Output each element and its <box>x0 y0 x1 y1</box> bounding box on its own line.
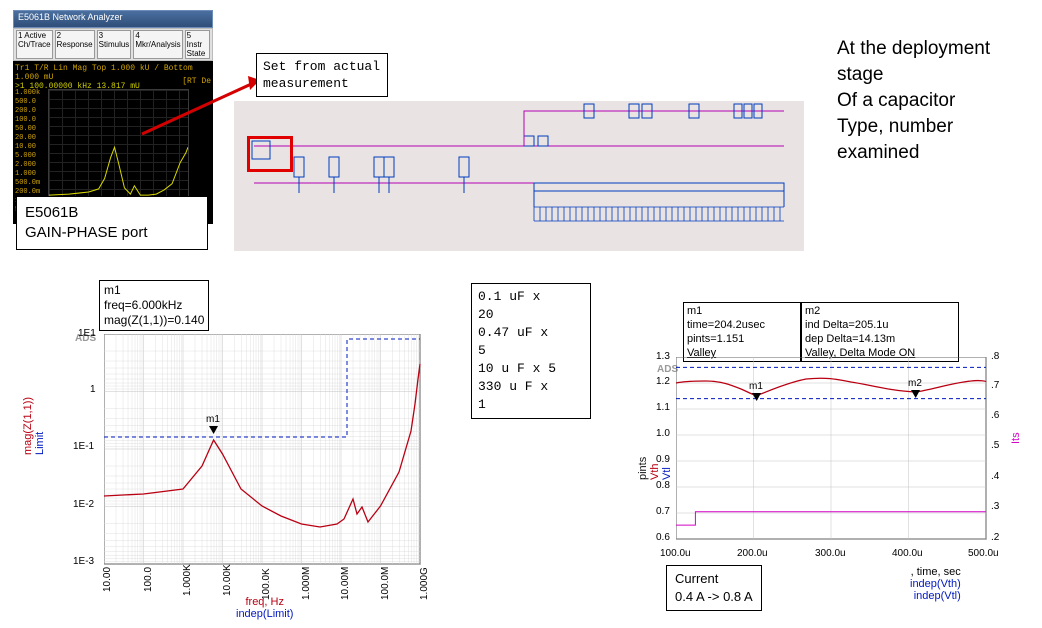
plotR-xlabel: , time, sec indep(Vth) indep(Vtl) <box>910 566 961 602</box>
recipe-l1: 0.1 uF x <box>478 288 584 306</box>
plotL-xtick-5: 1.000M <box>301 567 312 600</box>
plotR-yl-4: 1.0 <box>656 428 670 439</box>
plotL-marker-icon: m1 <box>206 414 220 434</box>
plotL-ytick-2: 1E-1 <box>73 441 94 452</box>
plotL-xtick-8: 1.000G <box>419 567 430 600</box>
recipe-l2: 20 <box>478 306 584 324</box>
plotR-m2-l3: dep Delta=14.13m <box>805 332 955 346</box>
annotation-l1: At the deployment <box>837 36 990 62</box>
plotR-yl-0: 0.6 <box>656 532 670 543</box>
plotR-yl-2: 0.8 <box>656 480 670 491</box>
menu-stimulus: 3 Stimulus <box>97 30 132 59</box>
plotR-yr-3: .5 <box>991 440 999 451</box>
plotL-ytick-3: 1 <box>90 384 96 395</box>
plotR-yr-6: .8 <box>991 351 999 362</box>
plotL-xtick-2: 1.000K <box>182 564 193 596</box>
plotL-xlabel: freq, Hz indep(Limit) <box>236 596 293 620</box>
svg-text:m1: m1 <box>749 381 763 392</box>
plotL-ytick-0: 1E-3 <box>73 556 94 567</box>
annotation-right: At the deployment stage Of a capacitor T… <box>837 36 990 166</box>
plotR-yr-5: .7 <box>991 380 999 391</box>
analyzer-window: E5061B Network Analyzer 1 Active Ch/Trac… <box>13 10 213 224</box>
e5061b-l2: GAIN-PHASE port <box>25 223 199 243</box>
plotL-xtick-1: 100.0 <box>143 567 154 592</box>
e5061b-l1: E5061B <box>25 203 199 223</box>
plotR-yl-1: 0.7 <box>656 506 670 517</box>
plotL-xtick-0: 10.00 <box>102 567 113 592</box>
recipe-l4: 5 <box>478 342 584 360</box>
ads-label-right: ADS <box>657 364 678 375</box>
current-l1: Current <box>675 570 753 588</box>
menu-instr: 5 Instr State <box>185 30 210 59</box>
plotR-m1-l2: time=204.2usec <box>687 318 797 332</box>
plotR-marker1-box: m1 time=204.2usec pints=1.151 Valley <box>683 302 801 362</box>
plotR-m1-l3: pints=1.151 <box>687 332 797 346</box>
plotR-xt-4: 500.0u <box>968 548 999 559</box>
plotR-xt-0: 100.0u <box>660 548 691 559</box>
plotR-m2-icon: m2 <box>908 378 922 398</box>
plotR-yl-6: 1.2 <box>656 376 670 387</box>
plotL-xtick-7: 100.0M <box>380 567 391 600</box>
e5061b-box: E5061B GAIN-PHASE port <box>16 196 208 250</box>
plotR-yl-7: 1.3 <box>656 351 670 362</box>
plotR-yr-4: .6 <box>991 410 999 421</box>
schematic-panel <box>234 101 804 251</box>
plotL-marker-name: m1 <box>104 283 204 298</box>
menu-response: 2 Response <box>55 30 95 59</box>
recipe-l5: 10 u F x 5 <box>478 360 584 378</box>
plotR-xt-2: 300.0u <box>815 548 846 559</box>
recipe-l7: 1 <box>478 396 584 414</box>
annotation-l3: Of a capacitor <box>837 88 990 114</box>
plotR-m2-name: m2 <box>805 304 955 318</box>
plotR-marker2-box: m2 ind Delta=205.1u dep Delta=14.13m Val… <box>801 302 959 362</box>
plotL-marker-l3: mag(Z(1,1))=0.140 <box>104 313 204 328</box>
analyzer-titlebar: E5061B Network Analyzer <box>13 10 213 28</box>
analyzer-menubar: 1 Active Ch/Trace 2 Response 3 Stimulus … <box>13 28 213 61</box>
plotR-ylabel-left: pints Vth Vtl <box>637 457 673 480</box>
plotR-xt-3: 400.0u <box>892 548 923 559</box>
plot-transient: m1 m2 <box>676 357 996 547</box>
plotR-yr-1: .3 <box>991 501 999 512</box>
plotR-m1-icon: m1 <box>749 381 763 401</box>
plotL-ytick-4: 1E1 <box>78 328 96 339</box>
annotation-l5: examined <box>837 140 990 166</box>
cap-recipe-box: 0.1 uF x 20 0.47 uF x 5 10 u F x 5 330 u… <box>471 283 591 419</box>
recipe-l6: 330 u F x <box>478 378 584 396</box>
plotL-marker-box: m1 freq=6.000kHz mag(Z(1,1))=0.140 <box>99 280 209 331</box>
callout-measurement: Set from actual measurement <box>256 53 388 97</box>
current-step-box: Current 0.4 A -> 0.8 A <box>666 565 762 611</box>
plotR-yr-0: .2 <box>991 532 999 543</box>
svg-text:m1: m1 <box>206 414 220 425</box>
plotR-yl-5: 1.1 <box>656 402 670 413</box>
plotL-ytick-1: 1E-2 <box>73 499 94 510</box>
annotation-l4: Type, number <box>837 114 990 140</box>
plotR-m1-name: m1 <box>687 304 797 318</box>
plotL-xtick-3: 10.00K <box>222 564 233 596</box>
plotR-ylabel-right: Its <box>1010 432 1022 444</box>
plotR-m2-l2: ind Delta=205.1u <box>805 318 955 332</box>
current-l2: 0.4 A -> 0.8 A <box>675 588 753 606</box>
menu-mkr: 4 Mkr/Analysis <box>133 30 182 59</box>
plotL-ylabel: mag(Z(1,1)) Limit <box>22 397 46 455</box>
analyzer-rt: [RT De <box>182 77 211 86</box>
plotL-xtick-6: 10.00M <box>340 567 351 600</box>
svg-text:m2: m2 <box>908 378 922 389</box>
recipe-l3: 0.47 uF x <box>478 324 584 342</box>
plot-impedance: m1 <box>104 334 429 579</box>
plotR-xt-1: 200.0u <box>737 548 768 559</box>
plotL-marker-l2: freq=6.000kHz <box>104 298 204 313</box>
plotR-yr-2: .4 <box>991 471 999 482</box>
annotation-l2: stage <box>837 62 990 88</box>
schematic-highlight-box <box>247 136 293 172</box>
menu-active-ch: 1 Active Ch/Trace <box>16 30 53 59</box>
